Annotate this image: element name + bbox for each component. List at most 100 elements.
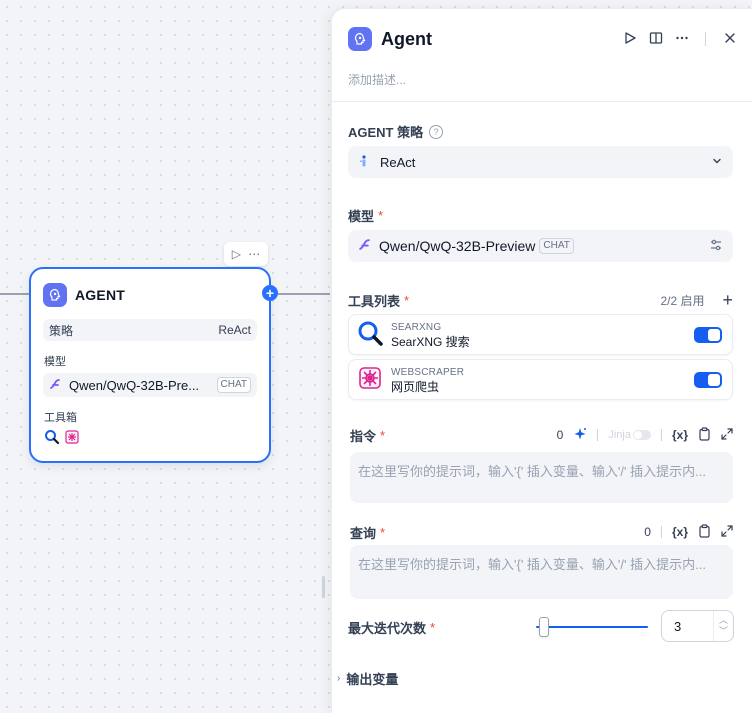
- node-model-name: Qwen/QwQ-32B-Pre...: [69, 377, 200, 393]
- tool-text: WEBSCRAPER 网页爬虫: [391, 366, 694, 394]
- agent-icon: [43, 283, 67, 307]
- node-model-badge: CHAT: [216, 377, 251, 393]
- strategy-label-text: AGENT 策略: [348, 125, 424, 140]
- divider: [597, 429, 599, 441]
- node-toolbar: ▷ ⋯: [224, 242, 268, 266]
- max-iterations-input[interactable]: 3 ︿ ﹀: [661, 610, 734, 642]
- agent-node[interactable]: AGENT 策略 ReAct 模型 Qwen/QwQ-32B-Pre... CH…: [29, 267, 271, 463]
- max-iterations-value: 3: [674, 618, 682, 634]
- sparkle-icon[interactable]: [573, 427, 587, 444]
- node-strategy-row: 策略 ReAct: [43, 319, 257, 341]
- run-icon[interactable]: [623, 31, 637, 48]
- node-tools-label: 工具箱: [44, 412, 77, 424]
- model-provider-icon: [49, 378, 61, 393]
- node-header: AGENT: [31, 269, 269, 309]
- node-more-icon[interactable]: ⋯: [248, 247, 260, 261]
- description-input[interactable]: 添加描述...: [348, 71, 406, 88]
- webscraper-icon: [64, 429, 80, 448]
- max-iterations-label-text: 最大迭代次数: [348, 621, 427, 636]
- outgoing-edge: [278, 293, 330, 295]
- jinja-toggle[interactable]: Jinja: [608, 429, 651, 441]
- clipboard-icon[interactable]: [698, 523, 711, 541]
- node-model-row: Qwen/QwQ-32B-Pre... CHAT: [43, 373, 257, 397]
- node-tools-list: [44, 429, 257, 448]
- query-input[interactable]: 在这里写你的提示词，输入'{' 插入变量、输入'/' 插入提示内...: [350, 545, 733, 599]
- decrement-icon[interactable]: ﹀: [719, 626, 728, 637]
- tool-text: SEARXNG SearXNG 搜索: [391, 321, 694, 349]
- output-variables-toggle[interactable]: › 输出变量: [337, 669, 398, 688]
- model-provider-icon: [358, 238, 371, 254]
- tool-enable-toggle[interactable]: [694, 371, 722, 388]
- panel-title[interactable]: Agent: [381, 29, 623, 50]
- tool-item-webscraper[interactable]: WEBSCRAPER 网页爬虫: [348, 359, 733, 400]
- strategy-value: ReAct: [380, 154, 416, 170]
- model-badge: CHAT: [539, 238, 574, 254]
- jinja-label: Jinja: [608, 429, 631, 441]
- instruction-tools: 0 Jinja {x}: [557, 426, 733, 444]
- actions-divider: [705, 32, 706, 46]
- max-iterations-slider[interactable]: [536, 626, 648, 628]
- incoming-edge: [0, 293, 29, 295]
- query-header: 查询 * 0 {x}: [350, 522, 733, 542]
- jinja-switch[interactable]: [632, 430, 651, 440]
- book-icon[interactable]: [649, 31, 663, 48]
- strategy-label: AGENT 策略 ?: [348, 122, 444, 141]
- agent-icon: [348, 27, 372, 51]
- divider: [660, 429, 662, 441]
- instruction-header: 指令 * 0 Jinja {x}: [350, 425, 733, 445]
- stepper: ︿ ﹀: [713, 611, 733, 641]
- panel-resize-handle[interactable]: [322, 576, 325, 598]
- tools-label: 工具列表 *: [348, 291, 409, 310]
- add-tool-button[interactable]: +: [722, 290, 733, 311]
- node-config-panel: Agent 添加描述... AGENT 策略 ? ReAct 模型 * Qwen…: [331, 8, 752, 713]
- expand-icon[interactable]: [721, 427, 733, 443]
- increment-icon[interactable]: ︿: [719, 615, 728, 626]
- model-name: Qwen/QwQ-32B-Preview: [379, 238, 536, 254]
- tool-name: 网页爬虫: [391, 379, 440, 394]
- panel-actions: [623, 31, 736, 48]
- max-iterations-label: 最大迭代次数 *: [348, 618, 435, 637]
- more-icon[interactable]: [675, 31, 689, 48]
- tool-enable-toggle[interactable]: [694, 326, 722, 343]
- header-divider: [332, 101, 752, 102]
- model-select[interactable]: Qwen/QwQ-32B-Preview CHAT: [348, 230, 733, 262]
- instruction-label-text: 指令: [350, 428, 377, 444]
- query-tools: 0 {x}: [644, 523, 733, 541]
- tools-enabled-count: 2/2 启用: [660, 294, 705, 308]
- instruction-input[interactable]: 在这里写你的提示词，输入'{' 插入变量、输入'/' 插入提示内...: [350, 452, 733, 503]
- model-label-text: 模型: [348, 209, 375, 224]
- add-next-node-button[interactable]: +: [262, 285, 278, 301]
- run-node-icon[interactable]: ▷: [232, 247, 241, 261]
- instruction-label: 指令 *: [350, 426, 557, 445]
- tools-label-text: 工具列表: [348, 294, 401, 309]
- searxng-icon: [357, 320, 383, 349]
- expand-icon[interactable]: [721, 524, 733, 540]
- required-mark: *: [378, 208, 384, 223]
- workflow-canvas[interactable]: ▷ ⋯ AGENT 策略 ReAct 模型 Qwen/QwQ-32B-Pre..…: [0, 0, 330, 713]
- node-model-label: 模型: [44, 356, 66, 368]
- strategy-icon: [358, 154, 370, 171]
- model-settings-icon[interactable]: [709, 238, 723, 255]
- divider: [660, 526, 662, 538]
- required-mark: *: [380, 524, 386, 540]
- strategy-select[interactable]: ReAct: [348, 146, 733, 178]
- model-label: 模型 *: [348, 206, 383, 225]
- help-icon[interactable]: ?: [429, 124, 444, 139]
- output-variables-label: 输出变量: [346, 672, 399, 687]
- node-strategy-value: ReAct: [218, 323, 251, 337]
- panel-header: Agent: [348, 27, 736, 51]
- webscraper-icon: [357, 365, 383, 394]
- node-strategy-label: 策略: [49, 323, 74, 338]
- tools-header: 工具列表 * 2/2 启用 +: [348, 290, 733, 311]
- required-mark: *: [430, 620, 436, 635]
- insert-variable-icon[interactable]: {x}: [672, 428, 688, 442]
- tool-item-searxng[interactable]: SEARXNG SearXNG 搜索: [348, 314, 733, 355]
- clipboard-icon[interactable]: [698, 426, 711, 444]
- insert-variable-icon[interactable]: {x}: [672, 525, 688, 539]
- slider-handle[interactable]: [539, 617, 549, 637]
- close-icon[interactable]: [724, 32, 736, 47]
- tools-meta: 2/2 启用 +: [660, 290, 733, 311]
- tool-provider: WEBSCRAPER: [391, 366, 465, 378]
- node-title: AGENT: [75, 287, 125, 303]
- query-char-count: 0: [644, 525, 651, 539]
